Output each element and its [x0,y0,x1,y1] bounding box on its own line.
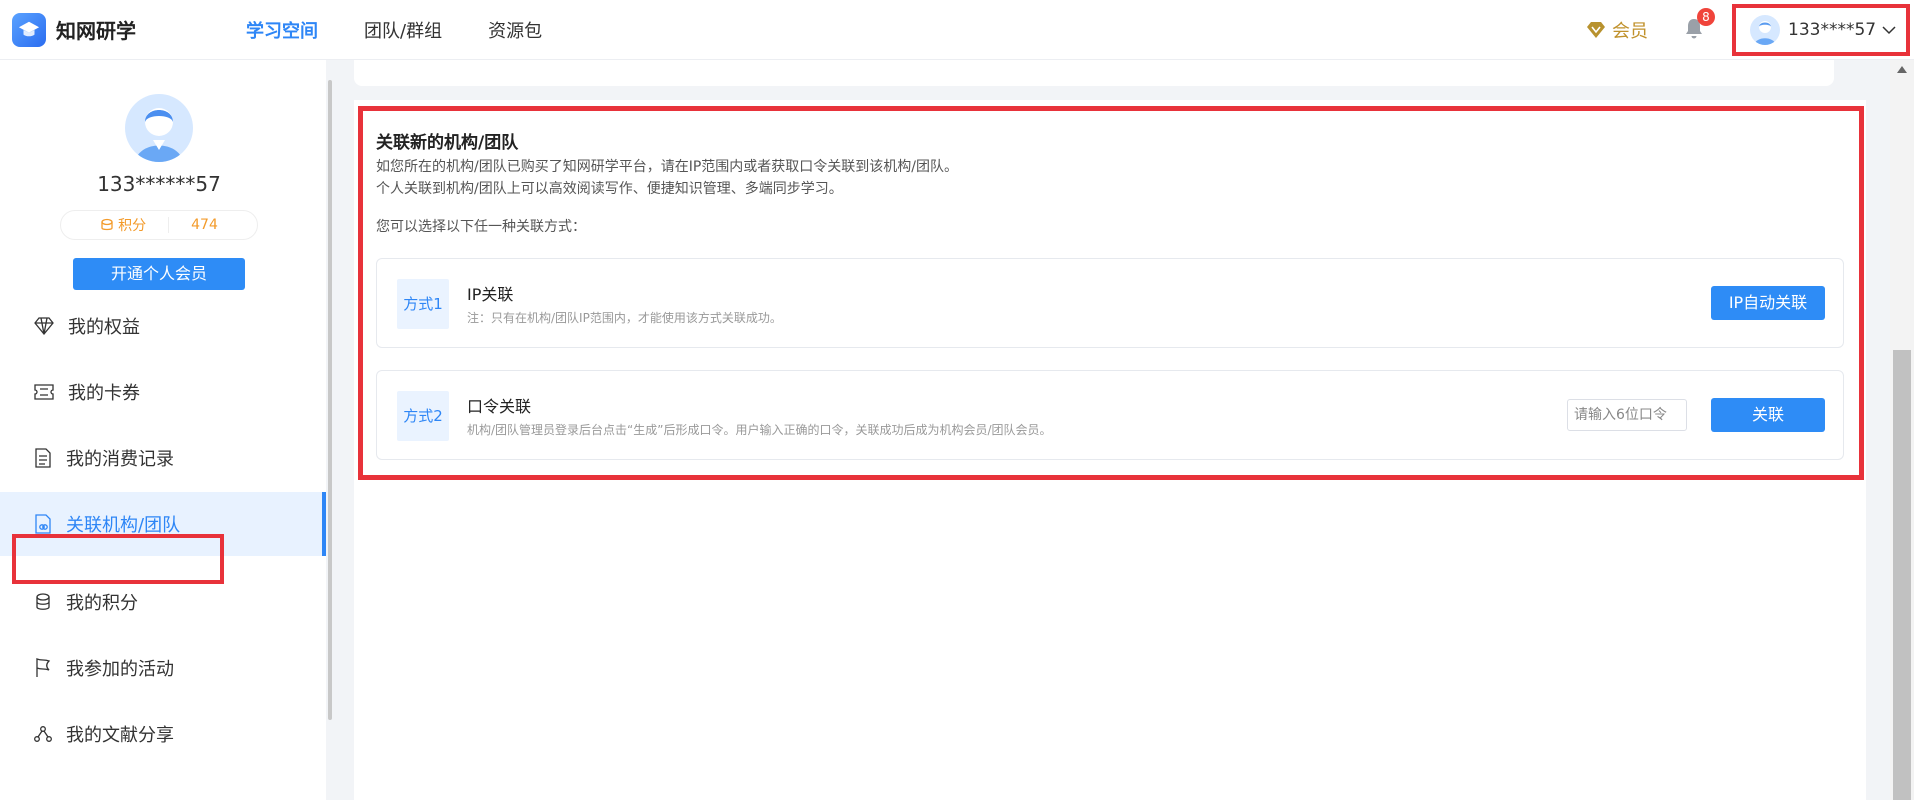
sidebar-item-label: 关联机构/团队 [66,515,181,536]
user-name: 133****57 [1788,20,1877,40]
sidebar-item-label: 我的权益 [68,317,140,338]
sidebar-item-benefits[interactable]: 我的权益 [0,294,326,358]
logo-text: 知网研学 [56,19,136,43]
sidebar-item-label: 我的卡券 [68,383,140,404]
open-vip-button[interactable]: 开通个人会员 [73,258,245,290]
top-header: 知网研学 学习空间 团队/群组 资源包 会员 8 133****57 [0,0,1914,60]
sidebar-item-label: 我的积分 [66,593,138,614]
points-label: 积分 [118,218,147,234]
sidebar-item-points[interactable]: 我的积分 [0,570,326,634]
flag-icon [36,658,51,677]
sidebar-item-coupons[interactable]: 我的卡券 [0,360,326,424]
sidebar-scroll-thumb[interactable] [328,80,332,720]
notification-button[interactable]: 8 [1684,8,1715,43]
sidebar-item-link-organization[interactable]: 关联机构/团队 [0,492,326,556]
ticket-icon [34,384,54,400]
document-icon [35,448,51,468]
profile-avatar[interactable] [125,94,193,162]
sidebar-item-purchase-records[interactable]: 我的消费记录 [0,426,326,490]
sidebar-item-activities[interactable]: 我参加的活动 [0,636,326,700]
graduation-cap-icon [12,12,46,47]
sidebar-item-label: 我的文献分享 [66,725,174,746]
points-value: 474 [191,217,218,233]
points-pill[interactable]: 积分 474 [60,210,258,240]
profile-name: 133******57 [97,172,221,196]
main-nav: 学习空间 团队/群组 资源包 [246,17,588,43]
profile-card: 133******57 积分 474 开通个人会员 [0,94,318,290]
avatar [1750,15,1780,45]
vip-label: 会员 [1612,21,1648,42]
user-menu[interactable]: 133****57 [1732,4,1910,56]
page-scroll-thumb[interactable] [1893,350,1911,800]
sidebar-item-label: 我参加的活动 [66,659,174,680]
coins-icon [36,593,50,610]
share-icon [34,726,52,742]
sidebar-item-label: 我的消费记录 [66,449,174,470]
nav-study-space[interactable]: 学习空间 [246,17,318,43]
logo[interactable]: 知网研学 [12,12,136,47]
page-scrollbar[interactable] [1890,60,1914,800]
sidebar-item-literature-share[interactable]: 我的文献分享 [0,702,326,766]
nav-teams-groups[interactable]: 团队/群组 [364,17,442,43]
notification-badge: 8 [1697,8,1715,26]
link-section-highlight [358,106,1864,480]
sidebar-scrollbar[interactable] [326,60,334,800]
vip-link[interactable]: 会员 [1586,17,1648,43]
vip-diamond-icon [1587,22,1605,38]
nav-resource-pack[interactable]: 资源包 [488,17,542,43]
coin-icon [101,218,113,231]
diamond-icon [34,317,54,335]
scroll-up-arrow-icon[interactable] [1897,66,1907,73]
header-right: 会员 8 133****57 [1586,0,1914,60]
previous-section-card [354,60,1834,86]
link-document-icon [35,514,51,534]
points-divider [168,217,170,233]
chevron-down-icon [1882,26,1896,35]
